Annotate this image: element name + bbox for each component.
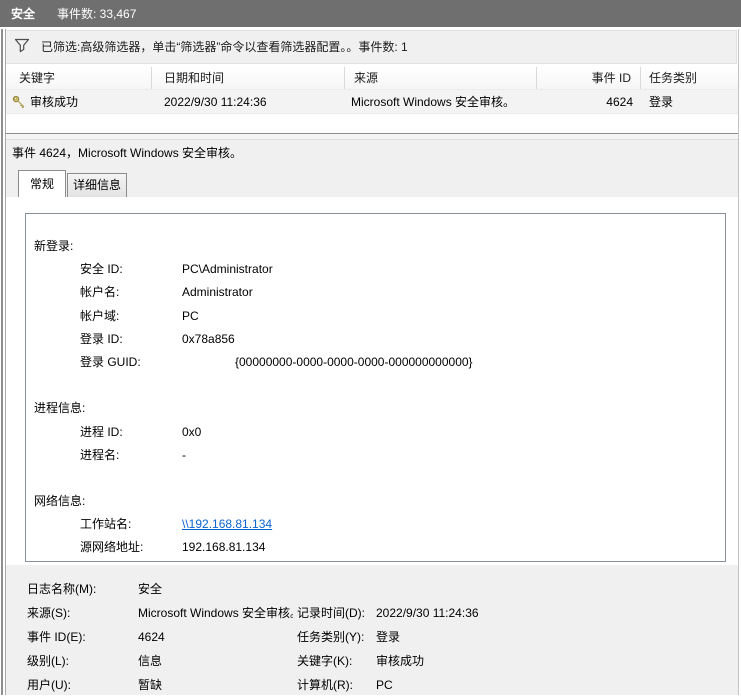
description-line: 新登录: [26, 235, 725, 258]
field-label: 工作站名: [80, 513, 131, 536]
event-properties-panel: 日志名称(M): 安全 来源(S): Microsoft Windows 安全审… [4, 565, 739, 695]
description-blank-line [26, 374, 725, 397]
field-label: 源网络地址: [80, 536, 143, 559]
field-label: 进程 ID: [80, 421, 123, 444]
description-blank-line [26, 467, 725, 490]
event-description-box: 新登录: 安全 ID: PC\Administrator 帐户名: Admini… [25, 213, 726, 562]
event-list-header: 关键字 日期和时间 来源 事件 ID 任务类别 [4, 67, 739, 90]
tab-general[interactable]: 常规 [18, 170, 66, 197]
field-label: 进程名: [80, 444, 119, 467]
description-line: 登录 GUID: {00000000-0000-0000-0000-000000… [26, 351, 725, 374]
section-label: 进程信息: [34, 397, 85, 420]
property-value: Microsoft Windows 安全审核。 [138, 601, 293, 625]
preview-title: 事件 4624，Microsoft Windows 安全审核。 [4, 140, 739, 166]
property-label: 事件 ID(E): [27, 625, 86, 649]
field-value: PC [182, 305, 199, 328]
field-value: 192.168.81.134 [182, 536, 265, 559]
field-value: PC\Administrator [182, 258, 273, 281]
event-count: 事件数: 33,467 [57, 5, 136, 22]
general-tab-page: 新登录: 安全 ID: PC\Administrator 帐户名: Admini… [4, 197, 739, 565]
description-line: 安全 ID: PC\Administrator [26, 258, 725, 281]
row-event-id: 4624 [538, 90, 633, 114]
property-label: 用户(U): [27, 673, 71, 697]
column-header-event-id[interactable]: 事件 ID [538, 67, 641, 89]
property-value: 审核成功 [376, 649, 646, 673]
funnel-icon [14, 37, 30, 53]
log-name: 安全 [11, 5, 35, 22]
description-line: 进程 ID: 0x0 [26, 421, 725, 444]
row-datetime: 2022/9/30 11:24:36 [164, 90, 344, 114]
property-value: 信息 [138, 649, 293, 673]
description-line: 进程信息: [26, 397, 725, 420]
description-line: 源网络地址: 192.168.81.134 [26, 536, 725, 559]
tab-details[interactable]: 详细信息 [67, 173, 127, 197]
field-value: 0x78a856 [182, 328, 235, 351]
filter-notification-bar: 已筛选:高级筛选器，单击“筛选器”命令以查看筛选器配置。。事件数: 1 [4, 30, 737, 64]
property-value: 暂缺 [138, 673, 293, 697]
row-task-category: 登录 [649, 90, 739, 114]
description-line: 工作站名: \\192.168.81.134 [26, 513, 725, 536]
description-line: 进程名: - [26, 444, 725, 467]
field-label: 登录 GUID: [80, 351, 141, 374]
property-value: 4624 [138, 625, 293, 649]
field-label: 帐户域: [80, 305, 119, 328]
property-value: 2022/9/30 11:24:36 [376, 601, 646, 625]
preview-tabstrip: 常规 详细信息 [4, 166, 739, 197]
field-label: 安全 ID: [80, 258, 123, 281]
property-value: 登录 [376, 625, 646, 649]
key-icon [12, 95, 26, 109]
section-label: 网络信息: [34, 490, 85, 513]
field-value: Administrator [182, 281, 253, 304]
description-line: 登录 ID: 0x78a856 [26, 328, 725, 351]
filter-message: 已筛选:高级筛选器，单击“筛选器”命令以查看筛选器配置。。事件数: 1 [41, 38, 408, 55]
property-label: 来源(S): [27, 601, 70, 625]
property-label: 级别(L): [27, 649, 69, 673]
column-header-task-category[interactable]: 任务类别 [642, 67, 739, 89]
property-label: 关键字(K): [297, 649, 352, 673]
column-header-keyword[interactable]: 关键字 [4, 67, 152, 89]
event-description-lines: 新登录: 安全 ID: PC\Administrator 帐户名: Admini… [26, 235, 725, 560]
description-line: 帐户名: Administrator [26, 281, 725, 304]
field-value: - [182, 444, 186, 467]
event-row[interactable]: 审核成功 2022/9/30 11:24:36 Microsoft Window… [4, 90, 739, 114]
property-value: PC [376, 673, 646, 697]
panel-left-border [1, 29, 6, 695]
description-line: 网络信息: [26, 490, 725, 513]
field-label: 登录 ID: [80, 328, 123, 351]
workstation-link[interactable]: \\192.168.81.134 [182, 513, 272, 536]
column-header-datetime[interactable]: 日期和时间 [153, 67, 345, 89]
row-source: Microsoft Windows 安全审核。 [351, 90, 536, 114]
property-label: 记录时间(D): [297, 601, 365, 625]
description-line: 帐户域: PC [26, 305, 725, 328]
property-label: 日志名称(M): [27, 577, 96, 601]
property-label: 计算机(R): [297, 673, 353, 697]
field-label: 帐户名: [80, 281, 119, 304]
property-value: 安全 [138, 577, 293, 601]
pane-splitter[interactable] [4, 133, 739, 140]
section-label: 新登录: [34, 235, 73, 258]
property-label: 任务类别(Y): [297, 625, 364, 649]
log-title-bar: 安全 事件数: 33,467 [0, 0, 741, 27]
field-value: 0x0 [182, 421, 201, 444]
row-keyword: 审核成功 [30, 90, 150, 114]
column-header-source[interactable]: 来源 [346, 67, 537, 89]
field-value: {00000000-0000-0000-0000-000000000000} [235, 351, 473, 374]
